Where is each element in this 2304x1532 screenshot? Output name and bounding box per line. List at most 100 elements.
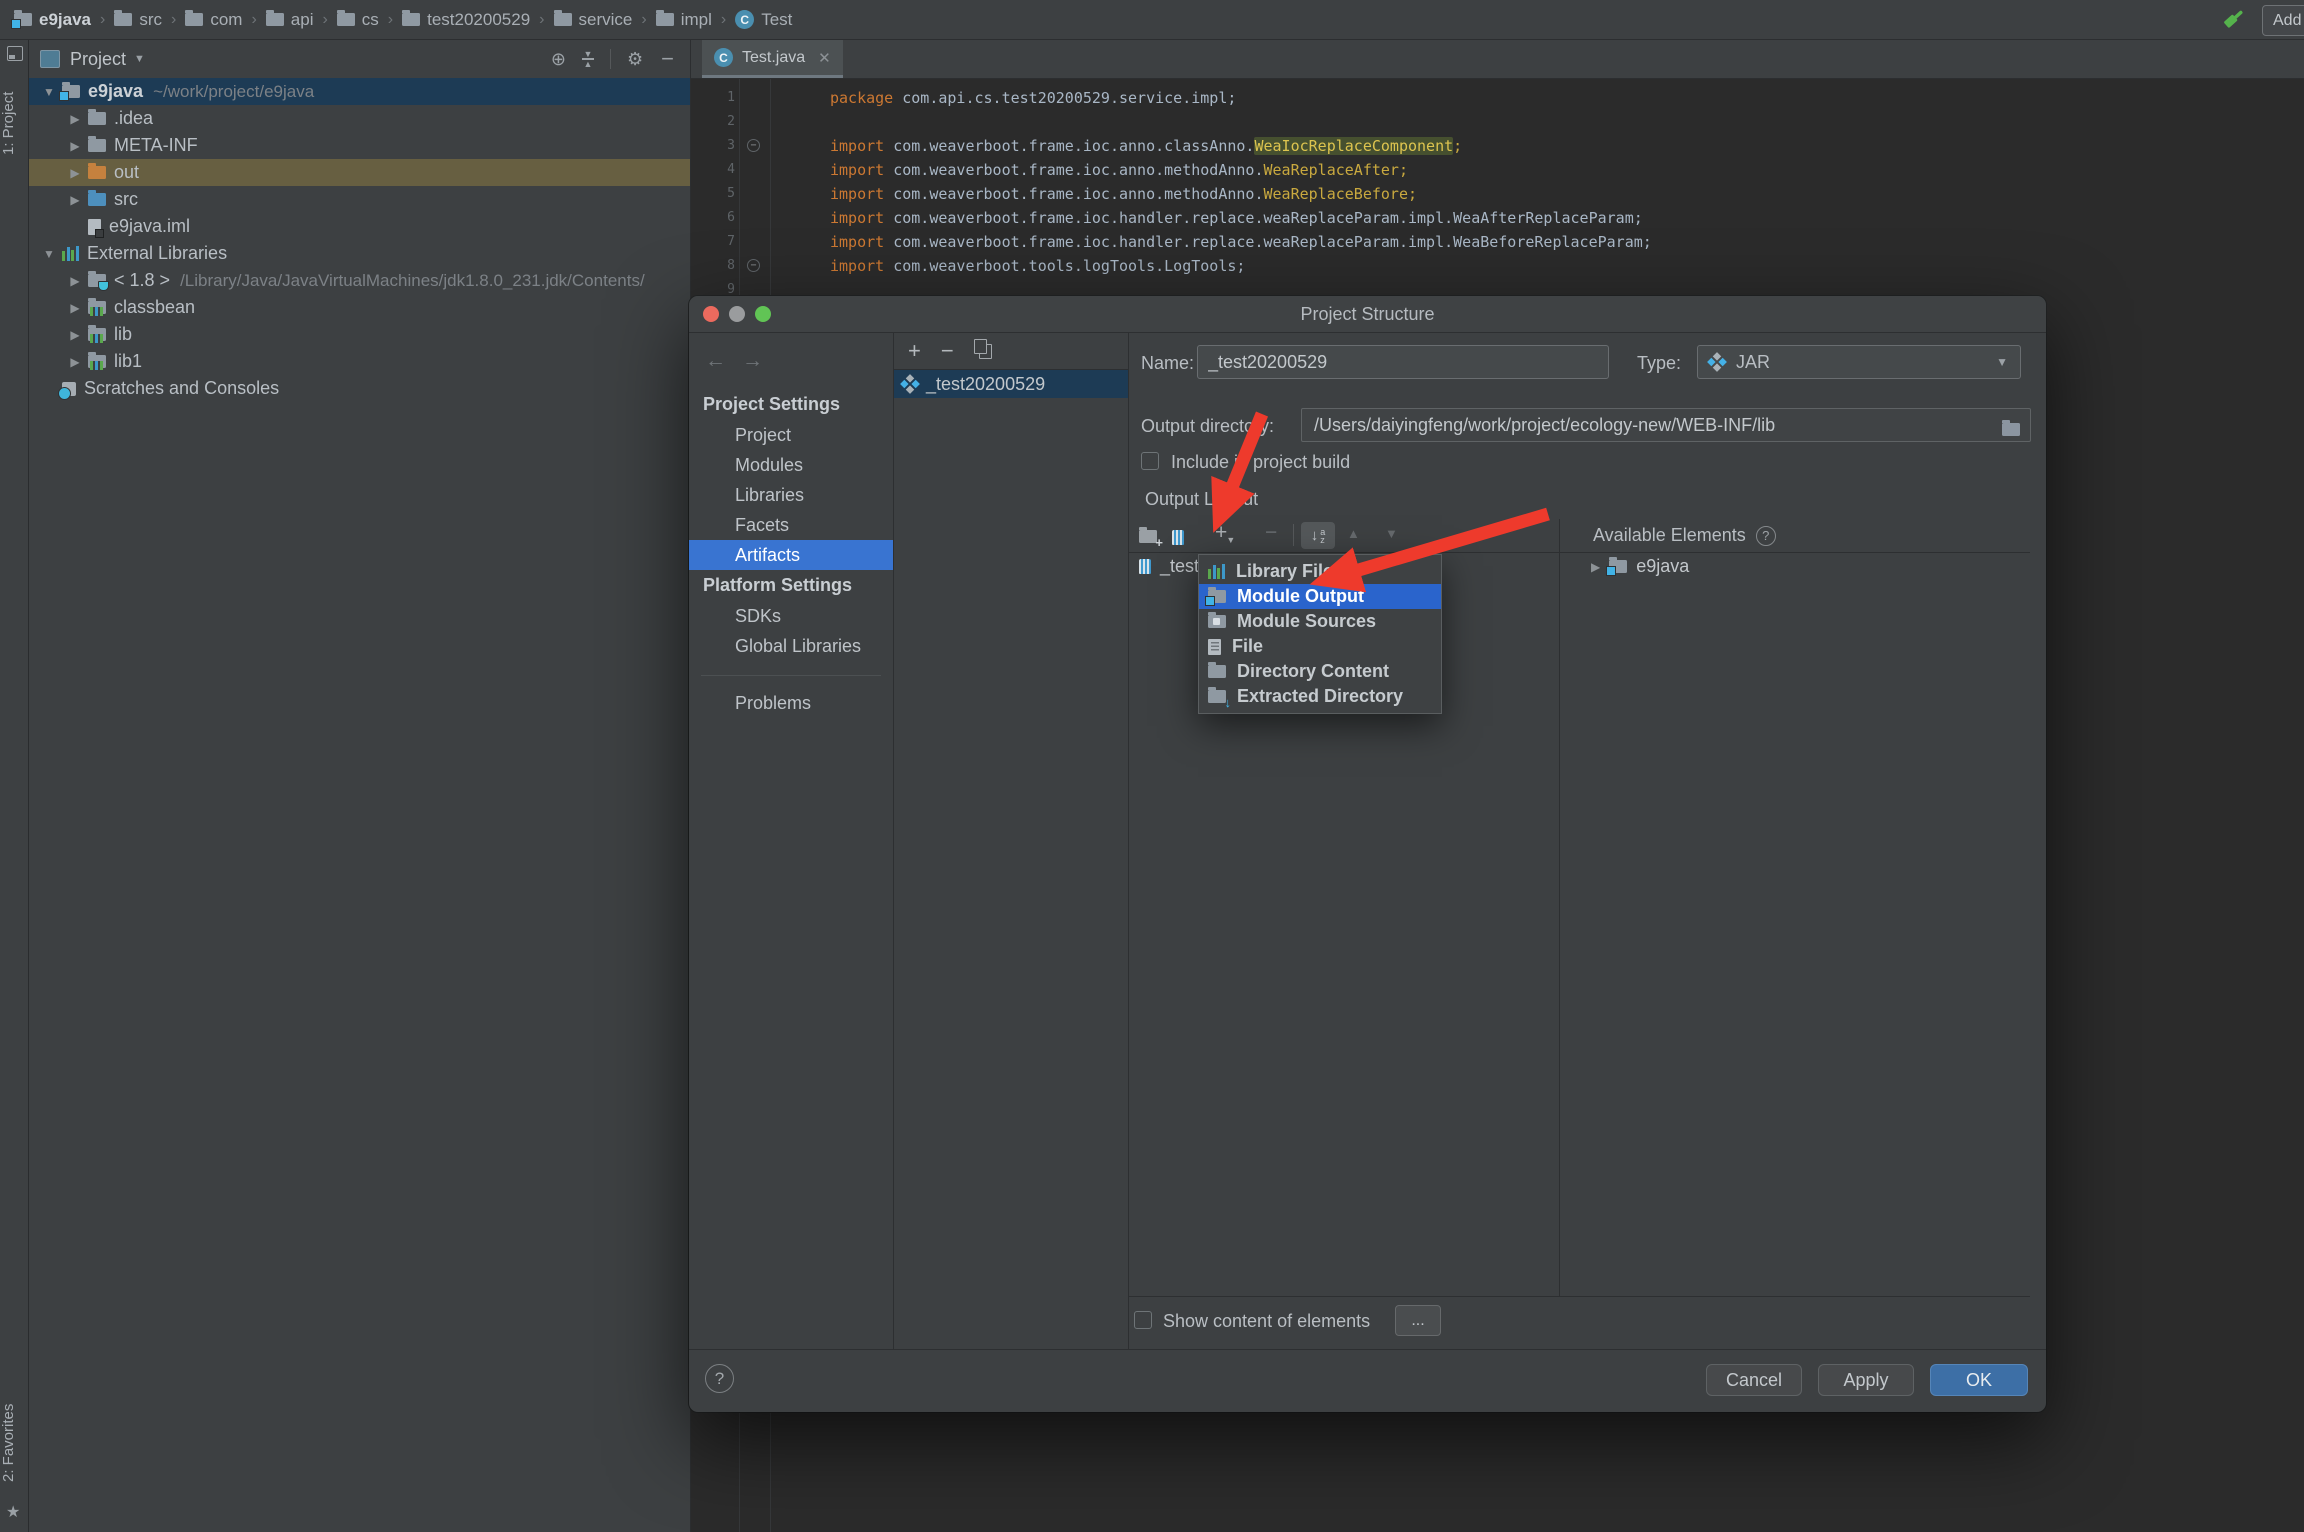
tree-expand-icon[interactable]: ▼: [36, 247, 62, 261]
sidebar-item-facets[interactable]: Facets: [689, 510, 893, 540]
code-line[interactable]: 2: [691, 110, 2304, 134]
sidebar-item-global-libraries[interactable]: Global Libraries: [689, 631, 893, 661]
tree-expand-icon[interactable]: ▶: [62, 301, 88, 315]
output-layout-tab[interactable]: Output Layout: [1145, 489, 1258, 510]
ok-button[interactable]: OK: [1930, 1364, 2028, 1396]
tree-item-meta-inf[interactable]: ▶META-INF: [28, 132, 690, 159]
create-archive-icon[interactable]: [1172, 525, 1184, 549]
back-arrow-icon[interactable]: ←: [705, 349, 742, 372]
minimize-window-button[interactable]: [729, 306, 745, 322]
tree-item--idea[interactable]: ▶.idea: [28, 105, 690, 132]
tree-expand-icon[interactable]: ▶: [1591, 560, 1600, 574]
remove-artifact-icon[interactable]: −: [941, 338, 954, 364]
tree-item-lib1[interactable]: ▶lib1: [28, 348, 690, 375]
artifact-list-item[interactable]: _test20200529: [894, 370, 1128, 398]
project-view-title[interactable]: Project: [70, 49, 126, 70]
tree-item-e9java-iml[interactable]: e9java.iml: [28, 213, 690, 240]
copy-artifact-icon[interactable]: [979, 344, 992, 359]
tree-expand-icon[interactable]: ▶: [62, 166, 88, 180]
artifact-name-input[interactable]: [1197, 345, 1609, 379]
breadcrumb-item[interactable]: src: [114, 10, 162, 30]
hide-panel-icon[interactable]: −: [661, 46, 674, 72]
show-content-checkbox[interactable]: [1134, 1311, 1152, 1329]
breadcrumb-item[interactable]: impl: [656, 10, 712, 30]
popup-item-library-files[interactable]: Library Files: [1199, 559, 1441, 584]
breadcrumb-item[interactable]: com: [185, 10, 242, 30]
tree-item-e9java[interactable]: ▼e9java~/work/project/e9java: [28, 78, 690, 105]
tree-item-src[interactable]: ▶src: [28, 186, 690, 213]
tree-expand-icon[interactable]: ▶: [62, 193, 88, 207]
sidebar-item-project[interactable]: Project: [689, 420, 893, 450]
code-line[interactable]: 7import com.weaverboot.frame.ioc.handler…: [691, 230, 2304, 254]
code-line[interactable]: 1package com.api.cs.test20200529.service…: [691, 86, 2304, 110]
close-tab-icon[interactable]: ✕: [818, 49, 831, 67]
add-element-icon[interactable]: +▼: [1215, 521, 1227, 545]
popup-item-directory-content[interactable]: Directory Content: [1199, 659, 1441, 684]
build-hammer-icon[interactable]: [2222, 7, 2248, 38]
include-in-project-build-checkbox[interactable]: [1141, 452, 1159, 470]
tree-item--1-8-[interactable]: ▶< 1.8 >/Library/Java/JavaVirtualMachine…: [28, 267, 690, 294]
move-up-icon[interactable]: ▲: [1347, 526, 1360, 541]
fold-marker-icon[interactable]: −: [747, 139, 760, 152]
pane-divider[interactable]: [1559, 519, 1560, 1296]
available-tree-item[interactable]: ▶e9java: [1591, 556, 1689, 577]
code-line[interactable]: 8−import com.weaverboot.tools.logTools.L…: [691, 254, 2304, 278]
tree-item-classbean[interactable]: ▶classbean: [28, 294, 690, 321]
tree-expand-icon[interactable]: ▶: [62, 139, 88, 153]
artifact-type-dropdown[interactable]: JAR ▼: [1697, 345, 2021, 379]
fold-marker-icon[interactable]: −: [747, 259, 760, 272]
forward-arrow-icon[interactable]: →: [742, 349, 779, 372]
browse-folder-icon[interactable]: [2002, 418, 2020, 439]
remove-element-icon[interactable]: −: [1265, 521, 1277, 545]
popup-item-file[interactable]: File: [1199, 634, 1441, 659]
sort-elements-icon[interactable]: ↓az: [1301, 522, 1335, 549]
sidebar-item-libraries[interactable]: Libraries: [689, 480, 893, 510]
breadcrumb-item[interactable]: e9java: [14, 10, 91, 30]
popup-item-extracted-directory[interactable]: Extracted Directory: [1199, 684, 1441, 709]
tree-expand-icon[interactable]: ▶: [62, 355, 88, 369]
cancel-button[interactable]: Cancel: [1706, 1364, 1802, 1396]
breadcrumb-item[interactable]: cs: [337, 10, 379, 30]
tool-window-button-favorites[interactable]: 2: Favorites: [0, 1388, 28, 1498]
sidebar-item-artifacts[interactable]: Artifacts: [689, 540, 893, 570]
breadcrumb-item[interactable]: CTest: [735, 10, 792, 30]
chevron-down-icon[interactable]: ▼: [134, 53, 145, 65]
popup-item-module-output[interactable]: Module Output: [1199, 584, 1441, 609]
tool-window-button-project[interactable]: 1: Project: [0, 68, 28, 178]
code-line[interactable]: 6import com.weaverboot.frame.ioc.handler…: [691, 206, 2304, 230]
tree-expand-icon[interactable]: ▶: [62, 274, 88, 288]
close-window-button[interactable]: [703, 306, 719, 322]
tree-item-scratches-and-consoles[interactable]: Scratches and Consoles: [28, 375, 690, 402]
sidebar-item-modules[interactable]: Modules: [689, 450, 893, 480]
tree-expand-icon[interactable]: ▶: [62, 112, 88, 126]
add-artifact-icon[interactable]: +: [908, 338, 921, 364]
create-directory-icon[interactable]: +: [1139, 524, 1157, 548]
add-configuration-button[interactable]: Add: [2262, 5, 2304, 36]
breadcrumb-item[interactable]: service: [554, 10, 633, 30]
apply-button[interactable]: Apply: [1818, 1364, 1914, 1396]
settings-gear-icon[interactable]: ⚙: [627, 49, 643, 70]
tree-item-external-libraries[interactable]: ▼External Libraries: [28, 240, 690, 267]
sidebar-item-problems[interactable]: Problems: [689, 688, 893, 718]
artifact-icon: [903, 377, 917, 391]
more-options-button[interactable]: ...: [1395, 1305, 1441, 1336]
code-line[interactable]: 4import com.weaverboot.frame.ioc.anno.me…: [691, 158, 2304, 182]
help-button[interactable]: ?: [705, 1364, 734, 1393]
code-line[interactable]: 5import com.weaverboot.frame.ioc.anno.me…: [691, 182, 2304, 206]
breadcrumb-item[interactable]: test20200529: [402, 10, 530, 30]
editor-tab-test-java[interactable]: C Test.java ✕: [702, 40, 843, 78]
code-line[interactable]: 3−import com.weaverboot.frame.ioc.anno.c…: [691, 134, 2304, 158]
move-down-icon[interactable]: ▼: [1385, 526, 1398, 541]
output-directory-input[interactable]: /Users/daiyingfeng/work/project/ecology-…: [1301, 408, 2031, 442]
help-icon[interactable]: ?: [1756, 526, 1776, 546]
popup-item-module-sources[interactable]: Module Sources: [1199, 609, 1441, 634]
tree-item-lib[interactable]: ▶lib: [28, 321, 690, 348]
breadcrumb-item[interactable]: api: [266, 10, 314, 30]
tree-expand-icon[interactable]: ▶: [62, 328, 88, 342]
collapse-all-icon[interactable]: ▼▲: [582, 51, 594, 68]
sidebar-item-sdks[interactable]: SDKs: [689, 601, 893, 631]
locate-file-icon[interactable]: ⊕: [551, 49, 566, 70]
tree-item-out[interactable]: ▶out: [28, 159, 690, 186]
zoom-window-button[interactable]: [755, 306, 771, 322]
project-tool-window-icon[interactable]: [7, 46, 23, 61]
